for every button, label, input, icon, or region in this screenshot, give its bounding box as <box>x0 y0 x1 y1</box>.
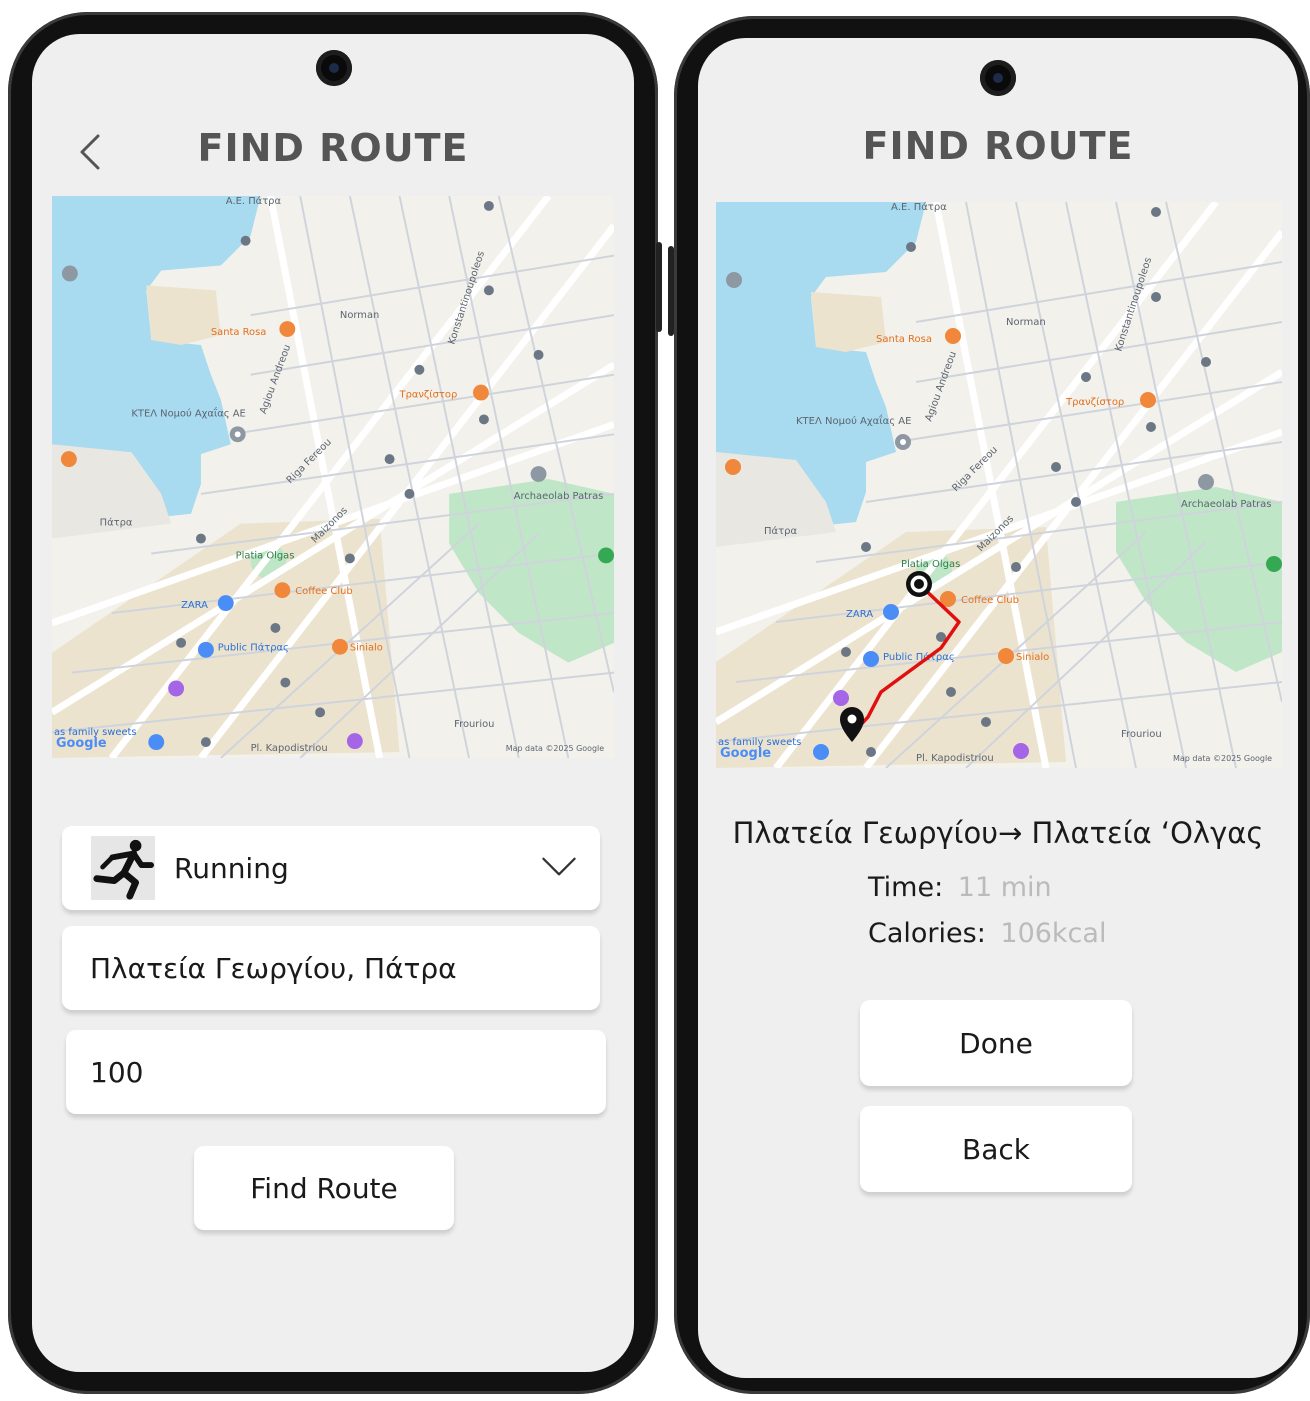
svg-text:Norman: Norman <box>340 310 379 321</box>
page-title: FIND ROUTE <box>197 126 469 170</box>
screen-find-route-form: FIND ROUTE Α.Ε. Πάτρα Santa Rosa Τρανζίσ… <box>32 34 634 1372</box>
map-view[interactable]: Α.Ε. Πάτρα Santa Rosa Τρανζίστορ ΚΤΕΛ Νο… <box>52 196 614 758</box>
front-camera <box>980 60 1016 96</box>
front-camera <box>316 50 352 86</box>
svg-text:Google: Google <box>720 746 771 761</box>
svg-text:Sinialo: Sinialo <box>1016 652 1049 663</box>
svg-text:Α.Ε. Πάτρα: Α.Ε. Πάτρα <box>226 196 282 207</box>
svg-text:Map data ©2025 Google: Map data ©2025 Google <box>1173 754 1272 763</box>
map-view[interactable]: Α.Ε. Πάτρα Santa Rosa Τρανζίστορ ΚΤΕΛ Νο… <box>716 202 1282 768</box>
svg-text:Frouriou: Frouriou <box>454 719 494 730</box>
svg-text:ZARA: ZARA <box>846 609 873 620</box>
svg-text:Public Πάτρας: Public Πάτρας <box>883 651 955 663</box>
svg-text:Santa Rosa: Santa Rosa <box>876 334 932 345</box>
calories-label: Calories: <box>868 918 986 949</box>
time-label: Time: <box>868 872 944 903</box>
side-button <box>656 242 662 332</box>
svg-text:ZARA: ZARA <box>181 600 208 611</box>
svg-text:Sinialo: Sinialo <box>350 643 383 654</box>
activity-label: Running <box>174 852 289 885</box>
calories-value: 106kcal <box>1000 918 1107 949</box>
svg-text:ΚΤΕΛ Νομού Αχαΐας ΑΕ: ΚΤΕΛ Νομού Αχαΐας ΑΕ <box>131 405 245 419</box>
find-route-button[interactable]: Find Route <box>194 1146 454 1230</box>
svg-text:Πάτρα: Πάτρα <box>764 525 797 537</box>
svg-text:Pl. Kapodistriou: Pl. Kapodistriou <box>251 743 328 754</box>
page-title: FIND ROUTE <box>862 124 1134 168</box>
back-button[interactable]: Back <box>860 1106 1132 1192</box>
svg-text:Pl. Kapodistriou: Pl. Kapodistriou <box>916 753 994 764</box>
svg-text:Map data ©2025 Google: Map data ©2025 Google <box>506 744 604 753</box>
route-summary: Πλατεία Γεωργίου→ Πλατεία ‘Ολγας <box>732 816 1264 850</box>
time-value: 11 min <box>957 872 1052 903</box>
svg-text:Santa Rosa: Santa Rosa <box>211 327 266 338</box>
svg-text:Norman: Norman <box>1006 317 1046 328</box>
svg-text:Platia Olgas: Platia Olgas <box>236 550 295 561</box>
destination-target-icon <box>906 571 932 597</box>
svg-text:ΚΤΕΛ Νομού Αχαΐας ΑΕ: ΚΤΕΛ Νομού Αχαΐας ΑΕ <box>796 413 911 427</box>
svg-text:Public Πάτρας: Public Πάτρας <box>218 642 289 654</box>
calories-row: Calories: 106kcal <box>868 918 1106 949</box>
done-button[interactable]: Done <box>860 1000 1132 1086</box>
svg-text:Archaeolab Patras: Archaeolab Patras <box>514 491 604 502</box>
start-location-value: Πλατεία Γεωργίου, Πάτρα <box>90 952 457 985</box>
time-row: Time: 11 min <box>868 872 1052 903</box>
distance-field[interactable]: 100 <box>66 1030 606 1114</box>
svg-text:Τρανζίστορ: Τρανζίστορ <box>399 389 458 401</box>
activity-select[interactable]: Running <box>62 826 600 910</box>
svg-text:Πάτρα: Πάτρα <box>100 517 133 529</box>
svg-text:Τρανζίστορ: Τρανζίστορ <box>1065 396 1124 408</box>
phone-frame-right: FIND ROUTE Α.Ε. Πάτρα Santa Rosa Τρανζίσ… <box>668 16 1310 1394</box>
map-svg: Α.Ε. Πάτρα Santa Rosa Τρανζίστορ ΚΤΕΛ Νο… <box>716 202 1282 768</box>
svg-text:Coffee Club: Coffee Club <box>961 595 1019 606</box>
map-svg: Α.Ε. Πάτρα Santa Rosa Τρανζίστορ ΚΤΕΛ Νο… <box>52 196 614 758</box>
screen-route-result: FIND ROUTE Α.Ε. Πάτρα Santa Rosa Τρανζίσ… <box>698 38 1298 1378</box>
start-location-field[interactable]: Πλατεία Γεωργίου, Πάτρα <box>62 926 600 1010</box>
svg-text:Archaeolab Patras: Archaeolab Patras <box>1181 499 1271 510</box>
svg-text:Platia Olgas: Platia Olgas <box>901 559 960 570</box>
running-person-icon <box>91 836 155 900</box>
distance-value: 100 <box>90 1056 144 1089</box>
svg-text:Frouriou: Frouriou <box>1121 729 1162 740</box>
phone-frame-left: FIND ROUTE Α.Ε. Πάτρα Santa Rosa Τρανζίσ… <box>8 12 662 1394</box>
svg-text:Coffee Club: Coffee Club <box>295 586 352 597</box>
svg-text:Google: Google <box>56 736 107 751</box>
svg-text:Α.Ε. Πάτρα: Α.Ε. Πάτρα <box>891 202 947 213</box>
chevron-down-icon[interactable] <box>540 856 578 878</box>
side-button <box>668 246 674 336</box>
